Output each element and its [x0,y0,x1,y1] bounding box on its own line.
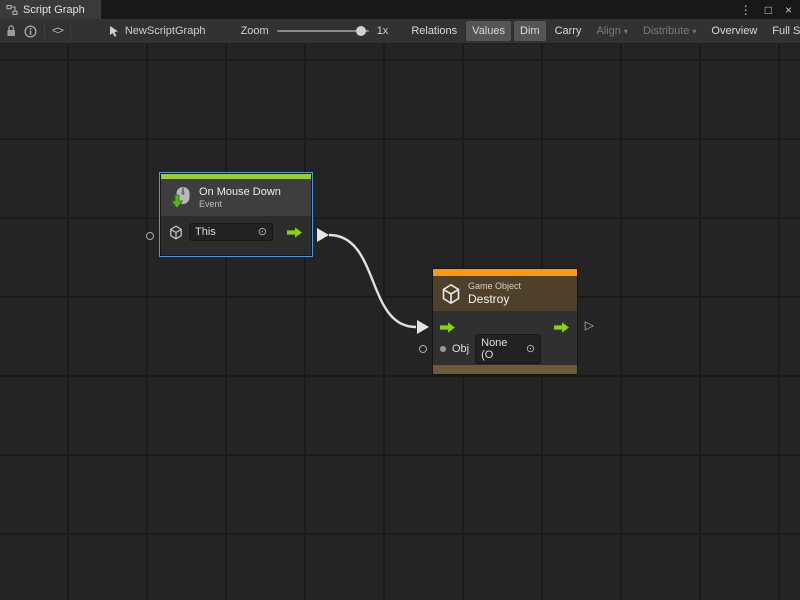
distribute-button[interactable]: Distribute ▾ [637,21,702,41]
toolbar-buttons: Relations Values Dim Carry Align ▾ Distr… [405,21,800,41]
zoom-label: Zoom [241,25,269,37]
obj-field-value: None (O [481,337,522,361]
align-button[interactable]: Align ▾ [590,21,633,41]
zoom-slider-handle[interactable] [356,26,366,36]
toolbar-separator [70,24,71,39]
obj-input-port[interactable] [419,345,427,353]
lock-icon[interactable] [5,22,17,41]
object-picker-icon[interactable]: ⊙ [526,344,535,355]
node-on-mouse-down[interactable]: On Mouse Down Event This ⊙ [160,173,312,256]
zoom-slider[interactable] [277,30,369,32]
values-button[interactable]: Values [466,21,511,41]
graph-name: NewScriptGraph [125,25,206,37]
target-input-port[interactable] [146,232,154,240]
node-destroy[interactable]: Game Object Destroy Obj None (O ⊙ [432,268,578,375]
obj-field[interactable]: None (O ⊙ [475,334,541,364]
obj-input-label: Obj [452,343,469,355]
kebab-menu-icon[interactable]: ⋮ [740,4,752,16]
node-header: Game Object Destroy [433,276,577,311]
node-body: This ⊙ [161,216,311,255]
close-icon[interactable]: × [785,4,792,16]
zoom-control: Zoom 1x [241,25,389,37]
info-icon[interactable] [24,22,37,41]
connection-end-arrow [417,320,429,334]
node-subtitle: Event [199,199,281,210]
script-graph-window: Script Graph ⋮ □ × <> [0,0,800,600]
node-footer-bar [433,365,577,374]
chevron-down-icon: ▾ [692,27,696,36]
connection-start-arrow [317,228,329,242]
obj-value-port[interactable] [440,346,446,352]
target-field[interactable]: This ⊙ [189,223,273,241]
maximize-icon[interactable]: □ [765,4,772,16]
obj-input-row: Obj None (O ⊙ [433,337,577,365]
fullscreen-button[interactable]: Full S [766,21,800,41]
node-title: Destroy [468,292,521,306]
graph-canvas[interactable]: On Mouse Down Event This ⊙ [0,44,800,600]
node-category: Game Object [468,281,521,292]
chevron-down-icon: ▾ [624,27,628,36]
object-picker-icon[interactable]: ⊙ [258,227,267,238]
tab-script-graph[interactable]: Script Graph [0,0,101,19]
flow-out-port[interactable] [554,322,570,333]
relations-button[interactable]: Relations [405,21,463,41]
toolbar-separator [44,24,45,39]
target-field-value: This [195,226,216,238]
graph-toolbar: <> NewScriptGraph Zoom 1x Relations Valu… [0,19,800,44]
mouse-down-icon [169,185,192,210]
cube-icon [441,283,461,305]
carry-button[interactable]: Carry [549,21,588,41]
node-header: On Mouse Down Event [161,179,311,216]
zoom-value: 1x [377,25,389,37]
wire-layer [0,44,800,600]
tab-title: Script Graph [23,4,85,16]
flow-out-port[interactable] [287,227,303,238]
graph-asset-icon [108,25,120,38]
titlebar: Script Graph ⋮ □ × [0,0,800,19]
node-accent-bar [433,269,577,276]
dim-button[interactable]: Dim [514,21,546,41]
graph-breadcrumb[interactable]: NewScriptGraph [108,25,206,38]
cube-icon [169,225,183,240]
node-title: On Mouse Down [199,186,281,199]
code-icon[interactable]: <> [52,22,63,41]
flow-continue-port[interactable]: ▷ [585,319,594,331]
connection-wire[interactable] [329,235,416,327]
overview-button[interactable]: Overview [705,21,763,41]
flow-in-port[interactable] [440,322,456,333]
script-graph-tab-icon [6,4,18,16]
